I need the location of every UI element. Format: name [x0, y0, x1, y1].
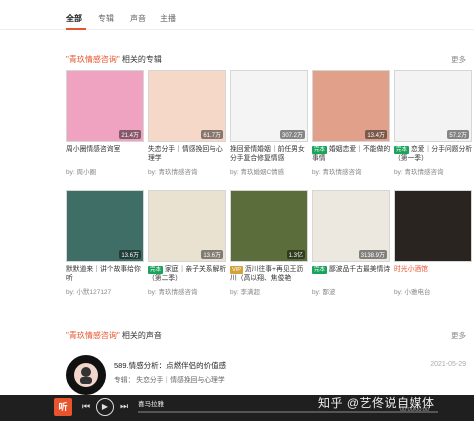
play-count: 1.3亿 [286, 250, 305, 259]
album-cover[interactable]: 3138.9万 [312, 190, 390, 262]
album-title[interactable]: 完本 恋爱｜分手问题分析（第一季） [394, 145, 474, 163]
play-count: 13.6万 [119, 250, 141, 259]
album-title[interactable]: 完本 家庭｜亲子关系解析（第二季） [148, 265, 228, 283]
album-author[interactable]: by: 青玖情感咨询 [148, 286, 197, 296]
albums-more-link[interactable]: 更多 [451, 54, 466, 65]
album-badge: VIP [230, 266, 243, 274]
tab-hosts[interactable]: 主播 [160, 13, 176, 24]
album-cover[interactable]: 21.4万 [66, 70, 144, 142]
album-author[interactable]: by: 小雅电台 [394, 286, 430, 296]
active-tab-indicator [66, 28, 86, 30]
album-title[interactable]: VIP 沥川往事+再见王沥川（高以翔、焦俊艳 [230, 265, 310, 283]
album-title-text: 失恋分手｜情感挽回与心理学 [148, 146, 223, 162]
album-author[interactable]: by: 青玖情感咨询 [148, 166, 197, 176]
watermark: 知乎 @艺佟说自媒体 [318, 396, 435, 410]
previous-icon[interactable]: ⏮ [82, 401, 90, 412]
album-author[interactable]: by: 青玖情感咨询 [312, 166, 361, 176]
album-cover[interactable]: 307.2万 [230, 70, 308, 142]
album-badge: 完本 [312, 146, 328, 154]
album-title[interactable]: 默默道来｜讲个故事给你听 [66, 265, 146, 283]
play-count: 3138.9万 [358, 250, 387, 259]
track-title[interactable]: 589.情感分析：点燃伴侣的价值感 [114, 360, 226, 371]
track-album[interactable]: 专辑： 失恋分手｜情感挽回与心理学 [114, 374, 225, 384]
album-title[interactable]: 挽回爱情婚姻｜前任男女分手复合修复情感 [230, 145, 310, 163]
player-track-name: 喜马拉雅 [138, 401, 164, 408]
album-cover[interactable]: 1.3亿 [230, 190, 308, 262]
tab-albums[interactable]: 专辑 [98, 13, 114, 24]
album-title[interactable]: 时光小酒馆 [394, 265, 474, 283]
album-author[interactable]: by: 小默127127 [66, 286, 111, 296]
tab-all[interactable]: 全部 [66, 13, 82, 24]
play-count: 13.4万 [365, 130, 387, 139]
album-cover[interactable]: 61.7万 [148, 70, 226, 142]
track-date: 2021-05-29 [430, 361, 466, 368]
album-cover[interactable]: 13.4万 [312, 70, 390, 142]
section-label: 相关的专辑 [121, 55, 162, 64]
app-logo: 听 [54, 398, 72, 416]
album-author[interactable]: by: 周小圈 [66, 166, 96, 176]
record-icon [67, 356, 105, 394]
album-author[interactable]: by: 李满超 [230, 286, 260, 296]
tracks-more-link[interactable]: 更多 [451, 330, 466, 341]
album-cover[interactable] [394, 190, 472, 262]
play-button[interactable]: ▶ [96, 398, 114, 416]
album-author[interactable]: by: 鄙波 [312, 286, 335, 296]
album-cover[interactable]: 57.2万 [394, 70, 472, 142]
album-title-text: 鄙波品千古最美情诗 [329, 266, 391, 273]
album-badge: 完本 [312, 266, 328, 274]
album-badge: 完本 [148, 266, 164, 274]
play-count: 307.2万 [279, 130, 305, 139]
tracks-section-heading: "青玖情感咨询" 相关的声音 [66, 330, 162, 341]
search-query: "青玖情感咨询" [66, 55, 120, 64]
play-count: 21.4万 [119, 130, 141, 139]
album-title-text: 时光小酒馆 [394, 266, 428, 273]
section-label: 相关的声音 [121, 331, 162, 340]
album-title[interactable]: 失恋分手｜情感挽回与心理学 [148, 145, 228, 163]
album-title[interactable]: 完本 婚姻恋爱｜不能做的事情 [312, 145, 392, 163]
album-author[interactable]: by: 青玖婚姻C情感 [230, 166, 284, 176]
play-count: 13.6万 [201, 250, 223, 259]
search-query: "青玖情感咨询" [66, 331, 120, 340]
albums-section-heading: "青玖情感咨询" 相关的专辑 [66, 54, 162, 65]
play-count: 57.2万 [447, 130, 469, 139]
album-cover[interactable]: 13.6万 [148, 190, 226, 262]
album-title-text: 默默道来｜讲个故事给你听 [66, 266, 141, 282]
album-author[interactable]: by: 青玖情感咨询 [394, 166, 443, 176]
track-cover[interactable] [66, 355, 106, 395]
tab-sounds[interactable]: 声音 [130, 13, 146, 24]
next-icon[interactable]: ⏭ [120, 401, 128, 412]
album-title[interactable]: 周小圈情感咨询室 [66, 145, 146, 163]
album-badge: 完本 [394, 146, 410, 154]
album-cover[interactable]: 13.6万 [66, 190, 144, 262]
album-title-text: 周小圈情感咨询室 [66, 146, 121, 153]
progress-bar[interactable] [138, 411, 438, 413]
play-count: 61.7万 [201, 130, 223, 139]
search-tabs: 全部 专辑 声音 主播 [0, 8, 474, 30]
album-title-text: 挽回爱情婚姻｜前任男女分手复合修复情感 [230, 146, 305, 162]
album-title[interactable]: 完本 鄙波品千古最美情诗 [312, 265, 392, 283]
